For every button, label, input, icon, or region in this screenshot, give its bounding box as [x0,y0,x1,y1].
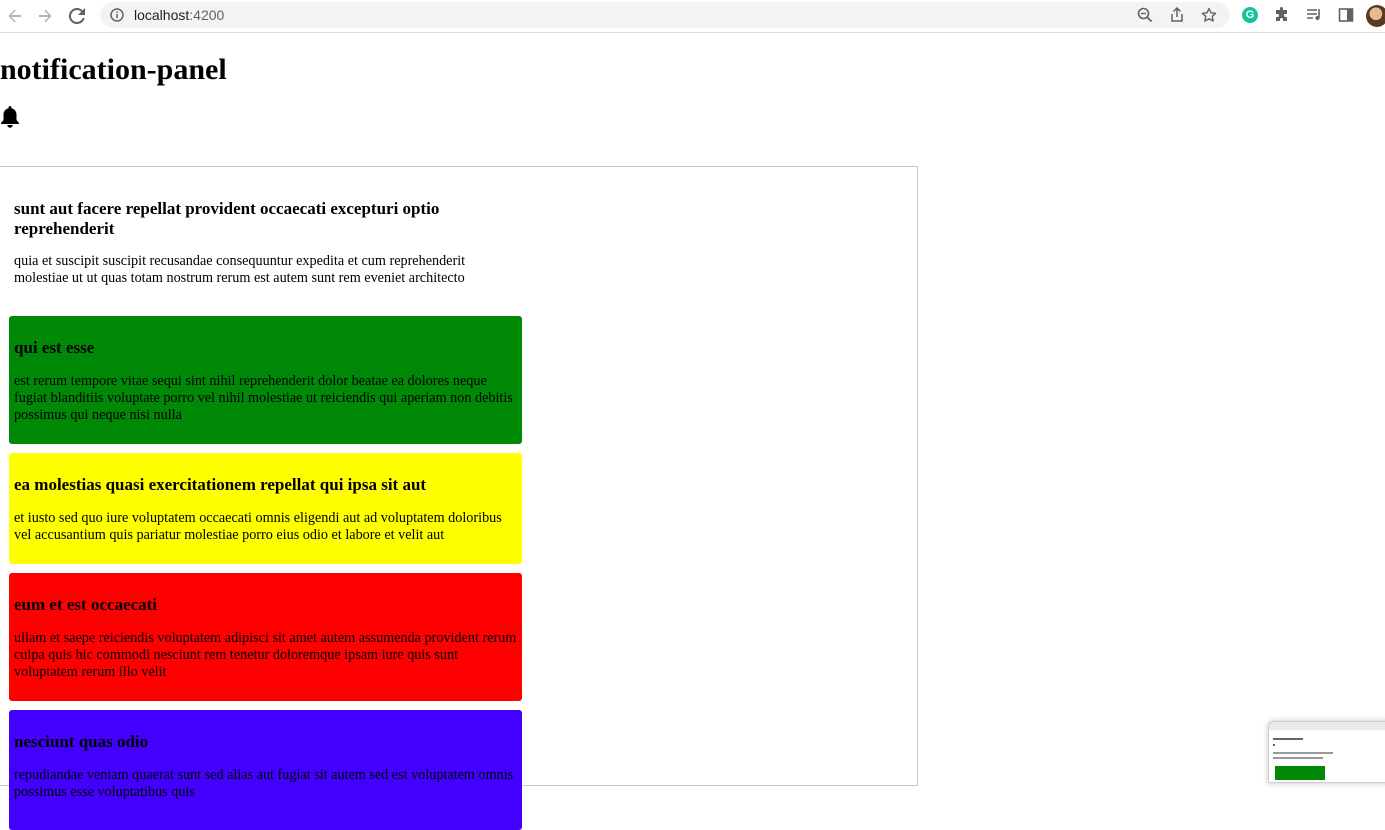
thumbnail-card [1275,766,1325,780]
notification-body: est rerum tempore vitae sequi sint nihil… [14,373,513,423]
side-panel-icon[interactable] [1336,5,1356,25]
notification-title: eum et est occaecati [14,595,158,614]
notification-title: nesciunt quas odio [14,732,149,751]
media-queue-icon[interactable] [1304,5,1324,25]
address-bar[interactable]: localhost:4200 [100,2,1230,28]
notification-card[interactable]: nesciunt quas odio repudiandae veniam qu… [9,710,522,830]
notification-title: qui est esse [14,338,95,357]
url-text: localhost:4200 [134,6,224,24]
thumbnail-line [1273,744,1275,746]
notification-title: sunt aut facere repellat provident occae… [14,199,440,238]
extensions-puzzle-icon[interactable] [1272,5,1292,25]
notification-body: quia et suscipit suscipit recusandae con… [14,253,466,286]
share-icon[interactable] [1168,6,1186,24]
notification-panel: sunt aut facere repellat provident occae… [0,166,918,830]
url-port: :4200 [189,7,225,23]
site-info-icon[interactable] [109,7,125,23]
back-arrow-icon [8,9,21,23]
reload-icon [69,8,85,24]
profile-avatar[interactable] [1366,5,1385,27]
notification-card[interactable]: qui est esse est rerum tempore vitae seq… [9,316,522,444]
thumbnail-toolbar [1269,722,1385,730]
page-title: notification-panel [0,53,227,86]
thumbnail-line [1273,752,1333,754]
browser-toolbar: localhost:4200 G [0,0,1385,33]
notification-bell-icon[interactable] [0,106,20,128]
notification-card[interactable]: eum et est occaecati ullam et saepe reic… [9,573,522,701]
notification-body: ullam et saepe reiciendis voluptatem adi… [14,630,517,680]
notification-body: repudiandae veniam quaerat sunt sed alia… [14,767,514,800]
url-host: localhost [134,7,190,23]
zoom-icon[interactable] [1136,6,1154,24]
thumbnail-line [1273,757,1323,759]
grammarly-extension-icon[interactable]: G [1240,5,1260,25]
forward-arrow-icon [39,9,52,23]
notification-card[interactable]: ea molestias quasi exercitationem repell… [9,453,522,564]
thumbnail-line [1273,738,1303,740]
notification-card[interactable]: sunt aut facere repellat provident occae… [9,199,522,319]
notification-body: et iusto sed quo iure voluptatem occaeca… [14,510,502,543]
back-button[interactable] [4,5,26,27]
reload-button[interactable] [66,5,88,27]
forward-button[interactable] [34,5,56,27]
notification-title: ea molestias quasi exercitationem repell… [14,475,427,494]
bookmark-star-icon[interactable] [1200,6,1218,24]
screenshot-thumbnail[interactable] [1268,721,1385,783]
